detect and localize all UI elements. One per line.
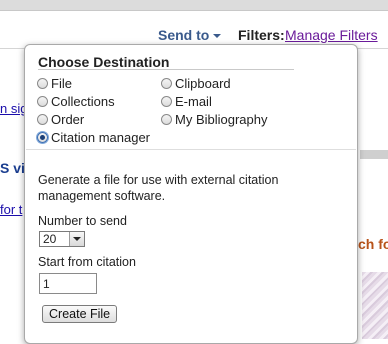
option-citation-manager-label: Citation manager [51,129,150,145]
option-order[interactable]: Order [37,110,84,128]
send-to-label: Send to [158,27,210,43]
popup-title: Choose Destination [38,54,170,70]
number-to-send-select[interactable]: 20 [39,231,85,247]
background-gray-bar [360,150,388,159]
radio-email[interactable] [161,95,172,107]
browser-top-bar [0,0,388,11]
radio-file[interactable] [37,77,48,89]
citation-manager-description: Generate a file for use with external ci… [38,173,279,203]
send-to-popup: Choose Destination File Collections Orde… [24,44,358,344]
radio-citation-manager[interactable] [37,131,48,143]
option-order-label: Order [51,111,85,127]
option-my-bibliography[interactable]: My Bibliography [161,110,268,128]
radio-my-bibliography[interactable] [161,113,172,125]
create-file-button[interactable]: Create File [42,305,118,323]
chevron-down-icon [213,34,222,39]
radio-order[interactable] [37,113,48,125]
background-bold-fragment: S vi [0,160,25,176]
option-file-label: File [51,75,72,91]
option-file[interactable]: File [37,74,72,92]
send-to-menu-button[interactable]: Send to [158,27,222,43]
dropdown-arrow-icon[interactable] [69,232,84,246]
start-from-citation-input[interactable] [39,273,97,294]
popup-section-divider [26,149,356,150]
number-to-send-value: 20 [43,232,57,246]
number-to-send-label: Number to send [38,214,127,228]
option-email-label: E-mail [175,93,212,109]
filters-label: Filters: [238,27,285,43]
popup-title-divider [38,69,294,70]
option-citation-manager[interactable]: Citation manager [37,128,150,146]
option-my-bibliography-label: My Bibliography [175,111,268,127]
background-thumbnail-image [362,272,388,339]
option-clipboard[interactable]: Clipboard [161,74,231,92]
start-from-citation-label: Start from citation [38,255,136,269]
option-email[interactable]: E-mail [161,92,212,110]
option-clipboard-label: Clipboard [175,75,231,91]
background-orange-heading-fragment: ch fo [358,236,388,252]
background-link-fragment-2[interactable]: for t [0,202,22,217]
radio-clipboard[interactable] [161,77,172,89]
radio-collections[interactable] [37,95,48,107]
option-collections-label: Collections [51,93,115,109]
option-collections[interactable]: Collections [37,92,115,110]
manage-filters-link[interactable]: Manage Filters [285,27,378,43]
